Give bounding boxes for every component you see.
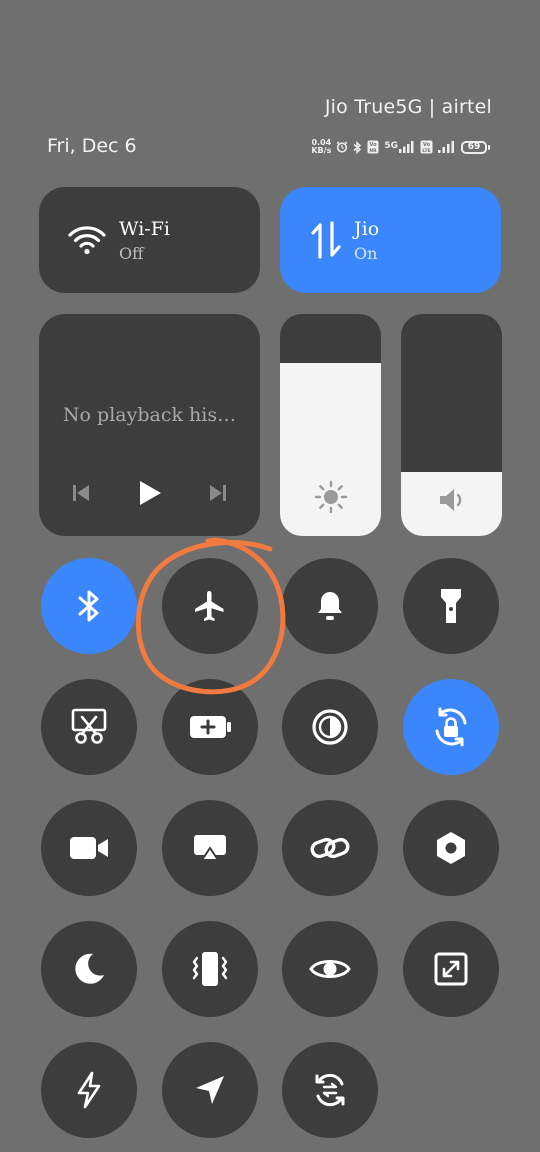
flashlight-icon: [439, 587, 463, 625]
settings-toggle[interactable]: [403, 800, 499, 896]
media-message: No playback his…: [62, 404, 237, 426]
scissors-icon: [71, 708, 107, 746]
bell-icon: [314, 589, 346, 623]
media-player-tile[interactable]: No playback his…: [39, 314, 260, 536]
video-camera-icon: [69, 835, 109, 861]
bluetooth-icon: [76, 588, 102, 624]
resize-icon: [434, 952, 468, 986]
location-arrow-icon: [193, 1073, 227, 1107]
svg-text:LTE: LTE: [422, 148, 430, 154]
carrier-label: Jio True5G | airtel: [324, 96, 492, 118]
wifi-label: Wi-Fi: [119, 217, 170, 240]
svg-text:NR: NR: [370, 148, 378, 154]
signal-5g-icon: 5G: [384, 141, 415, 153]
sync-toggle[interactable]: [282, 1042, 378, 1138]
lightning-icon: [75, 1071, 103, 1109]
link-icon: [309, 833, 351, 863]
speaker-icon: [401, 486, 502, 514]
volte-icon: Vo NR: [367, 140, 379, 154]
previous-track-icon[interactable]: [66, 478, 96, 508]
status-icons: 0.04 KB/s Vo NR 5G Vo LTE 69: [311, 134, 490, 160]
network-speed: 0.04 KB/s: [311, 139, 331, 155]
battery-icon: 69: [461, 140, 490, 154]
hexagon-icon: [434, 830, 468, 866]
volume-slider[interactable]: [401, 314, 502, 536]
signal-icon: [438, 141, 456, 153]
wifi-tile[interactable]: Wi-Fi Off: [39, 187, 260, 293]
eye-icon: [309, 955, 351, 983]
contrast-icon: [311, 708, 349, 746]
wifi-state: Off: [119, 243, 144, 263]
screen-recorder-toggle[interactable]: [41, 800, 137, 896]
sound-toggle[interactable]: [282, 558, 378, 654]
brightness-icon: [280, 480, 381, 514]
battery-plus-icon: [188, 714, 232, 740]
bluetooth-toggle[interactable]: [41, 558, 137, 654]
vibrate-toggle[interactable]: [162, 921, 258, 1017]
mobile-data-state: On: [354, 243, 378, 263]
wifi-icon: [65, 218, 109, 262]
mobile-data-icon: [304, 218, 348, 262]
cast-toggle[interactable]: [162, 800, 258, 896]
bluetooth-status-icon: [353, 140, 362, 154]
volte-lte-icon: Vo LTE: [420, 140, 433, 154]
vibrate-icon: [189, 950, 231, 988]
eye-comfort-toggle[interactable]: [282, 921, 378, 1017]
highlight-annotation: [135, 537, 286, 695]
next-track-icon[interactable]: [203, 478, 233, 508]
date-label: Fri, Dec 6: [47, 135, 137, 157]
rotation-lock-toggle[interactable]: [403, 679, 499, 775]
mobile-data-label: Jio: [354, 217, 380, 240]
cast-icon: [192, 833, 228, 863]
flashlight-toggle[interactable]: [403, 558, 499, 654]
brightness-slider[interactable]: [280, 314, 381, 536]
screenshot-toggle[interactable]: [41, 679, 137, 775]
alarm-icon: [336, 141, 348, 153]
network-speed-unit: KB/s: [311, 146, 332, 155]
rotation-lock-icon: [430, 706, 472, 748]
moon-icon: [71, 951, 107, 987]
floating-window-toggle[interactable]: [403, 921, 499, 1017]
ultra-battery-saver-toggle[interactable]: [41, 1042, 137, 1138]
sync-icon: [311, 1071, 349, 1109]
link-sharing-toggle[interactable]: [282, 800, 378, 896]
battery-level: 69: [461, 140, 487, 154]
mobile-data-tile[interactable]: Jio On: [280, 187, 501, 293]
location-toggle[interactable]: [162, 1042, 258, 1138]
network-type-label: 5G: [384, 141, 398, 151]
play-icon[interactable]: [135, 478, 165, 508]
svg-text:Vo: Vo: [423, 142, 431, 148]
svg-text:Vo: Vo: [370, 142, 378, 148]
dark-mode-toggle[interactable]: [41, 921, 137, 1017]
reading-mode-toggle[interactable]: [282, 679, 378, 775]
